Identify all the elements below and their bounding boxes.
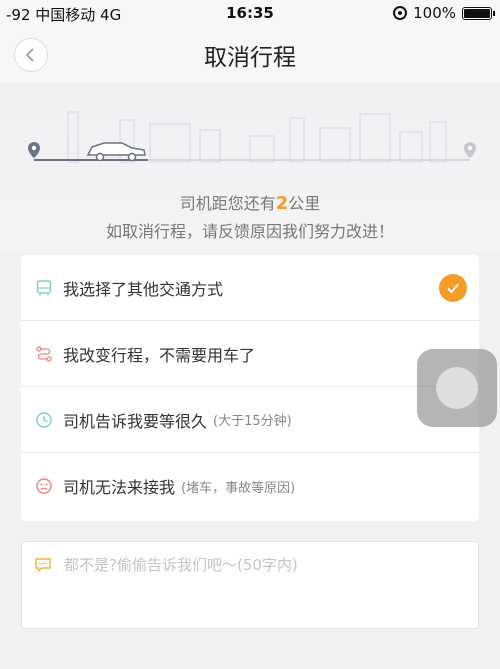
reason-label: 我改变行程，不需要用车了 (63, 345, 256, 365)
distance-prefix: 司机距您还有 (179, 194, 276, 213)
clock-icon (36, 411, 52, 428)
status-right: 100% (393, 4, 495, 22)
route-icon (36, 345, 52, 362)
feedback-hint: 如取消行程，请反馈原因我们努力改进！ (105, 222, 394, 241)
driver-distance: 司机距您还有2公里 (0, 190, 500, 214)
chat-bubble-icon (35, 558, 51, 572)
reason-other-transport[interactable]: 我选择了其他交通方式 (21, 255, 479, 321)
cancel-reasons-list: 我选择了其他交通方式 我改变行程，不需要用车了 司机告诉我要等很久 (大于15分… (21, 255, 479, 521)
reason-driver-cannot-come[interactable]: 司机无法来接我 (堵车，事故等原因) (21, 453, 479, 519)
nav-bar: 取消行程 (0, 26, 500, 82)
selected-check-icon (439, 274, 467, 302)
distance-suffix: 公里 (288, 194, 321, 213)
assistive-touch-button[interactable] (417, 349, 497, 427)
car-icon (86, 142, 146, 162)
reason-label: 司机无法来接我 (63, 478, 176, 497)
start-pin-icon (28, 142, 40, 158)
page-title: 取消行程 (204, 45, 296, 71)
rotation-lock-icon (393, 6, 408, 20)
reason-label: 司机告诉我要等很久 (63, 411, 208, 431)
status-bar: -92 中国移动 4G 16:35 100% (0, 0, 500, 26)
distance-value: 2 (275, 193, 289, 214)
battery-icon (462, 6, 495, 20)
feedback-input[interactable] (62, 552, 466, 622)
road-illustration (28, 111, 476, 163)
distance-hero: 司机距您还有2公里 如取消行程，请反馈原因我们努力改进！ (0, 82, 500, 252)
reason-sublabel: (堵车，事故等原因) (181, 480, 296, 496)
sad-face-icon (36, 478, 52, 494)
reason-changed-plan[interactable]: 我改变行程，不需要用车了 (21, 321, 479, 387)
reason-sublabel: (大于15分钟) (213, 414, 292, 429)
reason-label: 我选择了其他交通方式 (63, 279, 224, 299)
bus-icon (36, 279, 52, 295)
reason-long-wait[interactable]: 司机告诉我要等很久 (大于15分钟) (21, 387, 479, 453)
feedback-box (21, 541, 479, 629)
battery-percent: 100% (413, 4, 456, 22)
end-pin-icon (464, 142, 476, 158)
